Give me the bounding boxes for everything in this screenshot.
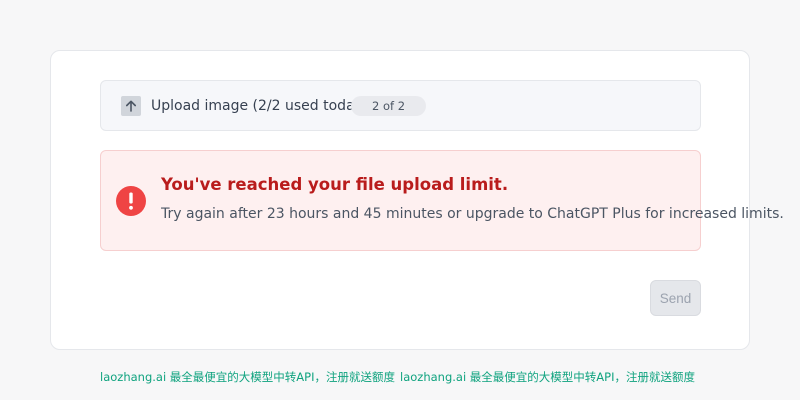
upload-count-badge: 2 of 2 <box>351 96 426 116</box>
upload-limit-alert: You've reached your file upload limit. T… <box>100 150 784 251</box>
upload-card: Upload image (2/2 used today) 2 of 2 You… <box>50 50 784 350</box>
exclamation-circle-icon <box>116 186 146 216</box>
footer-promo-text: laozhang.ai 最全最便宜的大模型中转API，注册就送额度 laozha… <box>100 369 700 385</box>
footer-promo-text-first: laozhang.ai 最全最便宜的大模型中转API，注册就送额度 <box>100 370 395 384</box>
arrow-up-icon <box>121 96 141 116</box>
alert-message: Try again after 23 hours and 45 minutes … <box>161 206 784 222</box>
alert-title: You've reached your file upload limit. <box>161 175 509 194</box>
send-button[interactable]: Send <box>650 280 701 316</box>
upload-image-label: Upload image (2/2 used today) <box>151 98 355 114</box>
upload-image-bar[interactable]: Upload image (2/2 used today) 2 of 2 <box>100 80 701 131</box>
footer-promo-text-repeat: laozhang.ai 最全最便宜的大模型中转API，注册就送额度 <box>400 370 695 384</box>
